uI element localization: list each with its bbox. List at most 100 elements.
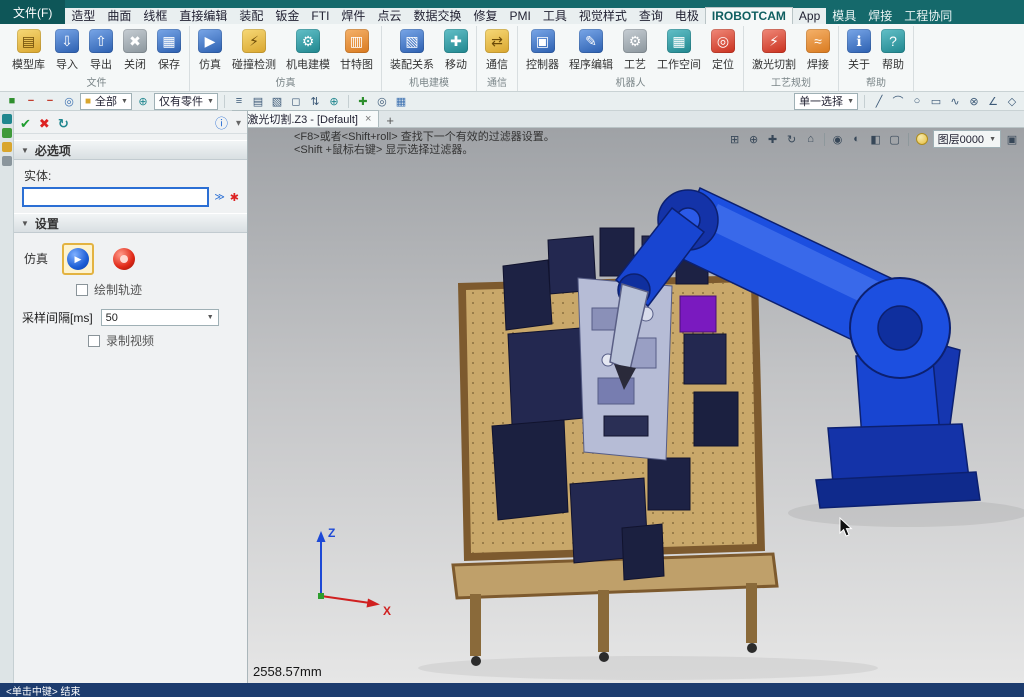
controller-button[interactable]: ▣ 控制器 <box>521 26 564 73</box>
document-tab[interactable]: * 激光切割.Z3 - [Default] × <box>232 110 379 127</box>
parts-only-dropdown[interactable]: 仅有零件 ▼ <box>154 93 218 110</box>
program-edit-button[interactable]: ✎ 程序编辑 <box>564 26 618 73</box>
weld-button[interactable]: ≈ 焊接 <box>801 26 835 73</box>
menu-item-collaboration[interactable]: 工程协同 <box>898 8 958 24</box>
circle-icon[interactable]: ○ <box>909 94 925 109</box>
menu-item-sheet-metal[interactable]: 钣金 <box>269 8 305 24</box>
confirm-icon[interactable]: ✔ <box>20 117 31 130</box>
help-button[interactable]: ? 帮助 <box>876 26 910 73</box>
background-icon[interactable]: ▢ <box>887 131 903 147</box>
menu-item-fti[interactable]: FTI <box>305 8 335 24</box>
line-icon[interactable]: ╱ <box>871 94 887 109</box>
entity-input[interactable] <box>22 187 209 207</box>
grid-icon[interactable]: ▦ <box>393 94 409 109</box>
about-button[interactable]: ℹ 关于 <box>842 26 876 73</box>
sample-interval-select[interactable]: 50 ▼ <box>101 309 219 326</box>
scope-icon[interactable]: ⊕ <box>135 94 151 109</box>
save-button[interactable]: ▦ 保存 <box>152 26 186 73</box>
tab-close-icon[interactable]: × <box>365 113 371 125</box>
workspace-button[interactable]: ▦ 工作空间 <box>652 26 706 73</box>
box-icon[interactable]: ◻ <box>288 94 304 109</box>
part-cube-icon[interactable]: ■ <box>4 94 20 109</box>
assembly-relation-button[interactable]: ▧ 装配关系 <box>385 26 439 73</box>
import-button[interactable]: ⇩ 导入 <box>50 26 84 73</box>
swap-icon[interactable]: ⇅ <box>307 94 323 109</box>
viewport-3d[interactable]: <F8>或者<Shift+roll> 查找下一个有效的过滤器设置。 <Shift… <box>248 128 1024 683</box>
close-file-button[interactable]: ✖ 关闭 <box>118 26 152 73</box>
menu-item-point-cloud[interactable]: 点云 <box>371 8 407 24</box>
side-dock-icon[interactable] <box>2 114 12 124</box>
layer-settings-icon[interactable]: ▣ <box>1004 131 1020 147</box>
pattern-icon[interactable]: ▧ <box>269 94 285 109</box>
arc-icon[interactable]: ⌒ <box>890 94 906 109</box>
simulate-button[interactable]: ▶ 仿真 <box>193 26 227 73</box>
layer-dropdown[interactable]: 图层0000 ▼ <box>933 130 1001 148</box>
target-icon[interactable]: ◎ <box>374 94 390 109</box>
pan-icon[interactable]: ✚ <box>765 131 781 147</box>
pin-icon[interactable]: ▾ <box>236 117 241 130</box>
locate-button[interactable]: ◎ 定位 <box>706 26 740 73</box>
gantt-chart-button[interactable]: ▥ 甘特图 <box>335 26 378 73</box>
diamond-icon[interactable]: ◇ <box>1004 94 1020 109</box>
play-button[interactable]: ▶ <box>62 243 94 275</box>
section-required[interactable]: ▼ 必选项 <box>14 140 247 160</box>
rotate-icon[interactable]: ↻ <box>784 131 800 147</box>
selection-mode-dropdown[interactable]: 单一选择 ▼ <box>794 93 858 110</box>
file-menu[interactable]: 文件(F) <box>0 0 65 24</box>
zoom-icon[interactable]: ⊕ <box>746 131 762 147</box>
menu-item-mold[interactable]: 模具 <box>826 8 862 24</box>
record-button[interactable] <box>108 243 140 275</box>
menu-item-assembly[interactable]: 装配 <box>233 8 269 24</box>
menu-item-irobotcam[interactable]: IROBOTCAM <box>705 7 793 24</box>
bulb-icon[interactable] <box>914 131 930 147</box>
remove-icon[interactable]: − <box>23 94 39 109</box>
menu-item-wireframe[interactable]: 线框 <box>137 8 173 24</box>
expand-icon[interactable]: ≫ <box>213 192 225 203</box>
move-button[interactable]: ✚ 移动 <box>439 26 473 73</box>
menu-item-direct-edit[interactable]: 直接编辑 <box>173 8 233 24</box>
new-tab-button[interactable]: + <box>386 114 394 127</box>
mechatronics-button[interactable]: ⚙ 机电建模 <box>281 26 335 73</box>
reset-icon[interactable]: ↻ <box>58 117 69 130</box>
menu-item-inquiry[interactable]: 查询 <box>633 8 669 24</box>
section-settings[interactable]: ▼ 设置 <box>14 213 247 233</box>
angle-icon[interactable]: ∠ <box>985 94 1001 109</box>
info-icon[interactable]: ⓘ <box>215 117 228 130</box>
menu-item-modeling[interactable]: 造型 <box>65 8 101 24</box>
rect-icon[interactable]: ▭ <box>928 94 944 109</box>
process-button[interactable]: ⚙ 工艺 <box>618 26 652 73</box>
list-icon[interactable]: ▤ <box>250 94 266 109</box>
model-library-button[interactable]: ▤ 模型库 <box>7 26 50 73</box>
menu-item-data-exchange[interactable]: 数据交换 <box>407 8 467 24</box>
side-dock-icon[interactable] <box>2 142 12 152</box>
shaded-icon[interactable]: ◉ <box>830 131 846 147</box>
menu-item-pmi[interactable]: PMI <box>503 8 536 24</box>
export-button[interactable]: ⇧ 导出 <box>84 26 118 73</box>
record-video-checkbox[interactable] <box>88 335 100 347</box>
side-dock-icon[interactable] <box>2 128 12 138</box>
draw-trajectory-checkbox[interactable] <box>76 284 88 296</box>
menu-item-app[interactable]: App <box>793 8 826 24</box>
filter-icon[interactable]: ◎ <box>61 94 77 109</box>
wireframe-icon[interactable]: ◐ <box>849 131 865 147</box>
menu-item-surface[interactable]: 曲面 <box>101 8 137 24</box>
filter-all-dropdown[interactable]: ■ 全部 ▼ <box>80 93 132 110</box>
menu-item-weldment[interactable]: 焊件 <box>335 8 371 24</box>
collision-check-button[interactable]: ⚡ 碰撞检测 <box>227 26 281 73</box>
menu-item-electrode[interactable]: 电极 <box>669 8 705 24</box>
menu-item-visual-style[interactable]: 视觉样式 <box>573 8 633 24</box>
view-orient-icon[interactable]: ⌂ <box>803 131 819 147</box>
side-dock-icon[interactable] <box>2 156 12 166</box>
add-icon[interactable]: ⊕ <box>326 94 342 109</box>
section-icon[interactable]: ◧ <box>868 131 884 147</box>
communication-button[interactable]: ⇄ 通信 <box>480 26 514 73</box>
menu-item-tools[interactable]: 工具 <box>537 8 573 24</box>
remove-all-icon[interactable]: − <box>42 94 58 109</box>
move-icon[interactable]: ✚ <box>355 94 371 109</box>
fit-icon[interactable]: ⊞ <box>727 131 743 147</box>
intersect-icon[interactable]: ⊗ <box>966 94 982 109</box>
align-icon[interactable]: ≡ <box>231 94 247 109</box>
laser-cut-button[interactable]: ⚡ 激光切割 <box>747 26 801 73</box>
menu-item-welding[interactable]: 焊接 <box>862 8 898 24</box>
menu-item-repair[interactable]: 修复 <box>467 8 503 24</box>
